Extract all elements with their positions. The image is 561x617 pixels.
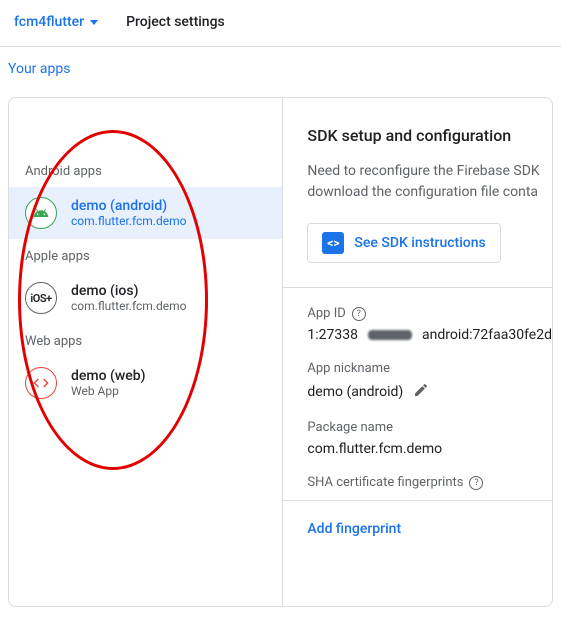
see-sdk-instructions-button[interactable]: <​> See SDK instructions	[307, 223, 500, 263]
redacted-segment	[368, 330, 412, 340]
field-label: Package name	[307, 420, 552, 435]
app-row-web[interactable]: demo (web) Web App	[9, 357, 282, 409]
field-nickname: App nickname demo (android)	[307, 343, 552, 402]
field-value: com.flutter.fcm.demo	[307, 441, 552, 457]
add-fingerprint-link[interactable]: Add fingerprint	[307, 501, 401, 557]
app-name: demo (ios)	[71, 283, 186, 299]
project-selector[interactable]: fcm4flutter	[8, 10, 104, 34]
app-text: demo (ios) com.flutter.fcm.demo	[71, 283, 186, 313]
field-label: App ID ?	[307, 306, 552, 321]
app-text: demo (android) com.flutter.fcm.demo	[71, 198, 186, 228]
help-icon[interactable]: ?	[469, 476, 483, 490]
app-sub: com.flutter.fcm.demo	[71, 214, 186, 228]
project-name: fcm4flutter	[14, 14, 84, 30]
caret-down-icon	[90, 20, 98, 25]
help-icon[interactable]: ?	[352, 307, 366, 321]
app-name: demo (web)	[71, 368, 146, 384]
field-package: Package name com.flutter.fcm.demo	[307, 402, 552, 457]
group-header-android: Android apps	[9, 154, 282, 187]
app-name: demo (android)	[71, 198, 186, 214]
app-sub: com.flutter.fcm.demo	[71, 299, 186, 313]
code-icon: <​>	[322, 232, 344, 254]
section-label: Your apps	[0, 47, 561, 83]
ios-icon: iOS+	[25, 282, 57, 314]
field-app-id: App ID ? 1:27338android:72faa30fe2d	[307, 288, 552, 343]
detail-description: Need to reconfigure the Firebase SDK dow…	[307, 161, 552, 203]
field-label: App nickname	[307, 361, 552, 376]
sdk-button-label: See SDK instructions	[354, 235, 485, 251]
field-label: SHA certificate fingerprints ?	[307, 475, 552, 490]
page-title: Project settings	[126, 14, 225, 30]
app-row-android[interactable]: demo (android) com.flutter.fcm.demo	[9, 187, 282, 239]
app-text: demo (web) Web App	[71, 368, 146, 398]
web-icon	[25, 367, 57, 399]
apps-list-column: Android apps demo (android) com.flutter.…	[9, 98, 283, 606]
app-detail-column: SDK setup and configuration Need to reco…	[283, 98, 552, 606]
apps-card: Android apps demo (android) com.flutter.…	[8, 97, 553, 607]
field-sha: SHA certificate fingerprints ? Add finge…	[307, 457, 552, 557]
pencil-icon[interactable]	[413, 382, 429, 402]
field-value: demo (android)	[307, 382, 552, 402]
android-icon	[25, 197, 57, 229]
group-header-web: Web apps	[9, 324, 282, 357]
header-bar: fcm4flutter Project settings	[0, 0, 561, 47]
field-value: 1:27338android:72faa30fe2d	[307, 327, 552, 343]
detail-title: SDK setup and configuration	[307, 126, 552, 145]
group-header-apple: Apple apps	[9, 239, 282, 272]
app-sub: Web App	[71, 384, 146, 398]
app-row-ios[interactable]: iOS+ demo (ios) com.flutter.fcm.demo	[9, 272, 282, 324]
